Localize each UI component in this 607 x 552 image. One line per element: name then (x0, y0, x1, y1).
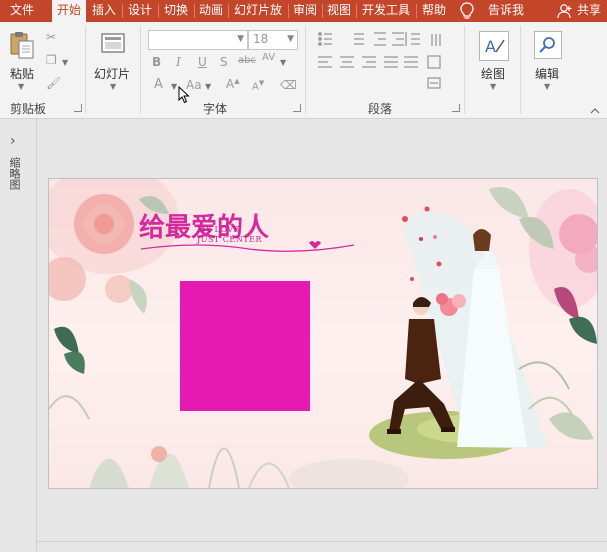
tab-insert[interactable]: 插入 (88, 0, 120, 22)
increase-font-icon[interactable]: A▲ (226, 77, 240, 91)
drawing-label[interactable]: 绘图 (481, 65, 505, 82)
decrease-font-icon[interactable]: A▼ (252, 79, 264, 92)
title-flourish-icon (140, 241, 355, 252)
editing-label[interactable]: 编辑 (535, 65, 559, 82)
copy-icon[interactable]: ❐ (46, 53, 57, 67)
underline-icon[interactable]: U (198, 55, 207, 69)
tab-design[interactable]: 设计 (124, 0, 156, 22)
font-name-select[interactable]: ▼ (148, 30, 248, 50)
paragraph-launcher-icon[interactable] (452, 104, 460, 112)
chevron-right-icon[interactable]: › (10, 133, 16, 149)
menu-separator (228, 4, 229, 18)
shadow-icon[interactable]: S (220, 55, 228, 69)
strikethrough-icon[interactable]: abc (238, 55, 256, 66)
bold-icon[interactable]: B (152, 55, 161, 69)
shapes-icon[interactable]: A (479, 31, 509, 61)
magenta-rectangle-shape[interactable] (180, 281, 310, 411)
divider (36, 541, 607, 542)
menu-separator (322, 4, 323, 18)
font-color-icon[interactable]: A (154, 77, 163, 92)
person-add-icon[interactable] (557, 3, 573, 19)
slide-title-sub-1: MY LOVE (197, 225, 240, 234)
font-color-dropdown-icon[interactable]: ▼ (171, 82, 177, 91)
mouse-cursor-icon (178, 85, 190, 104)
thumbnail-pane: › 缩略图 (0, 119, 37, 552)
tab-view[interactable]: 视图 (324, 0, 354, 22)
group-separator (85, 26, 86, 114)
font-size-select[interactable]: 18 ▼ (248, 30, 298, 50)
clipboard-launcher-icon[interactable] (74, 104, 82, 112)
cut-icon[interactable]: ✂ (46, 30, 56, 44)
collapse-ribbon-icon[interactable] (590, 104, 600, 114)
char-spacing-icon[interactable]: AV (262, 52, 275, 63)
menu-bar: 文件 开始 插入 设计 切换 动画 幻灯片放映 审阅 视图 开发工具 帮助 告诉… (0, 0, 607, 37)
group-separator (520, 26, 521, 114)
tab-developer[interactable]: 开发工具 (358, 0, 414, 22)
group-separator (305, 26, 306, 114)
tab-slideshow[interactable]: 幻灯片放映 (230, 0, 286, 37)
menu-separator (416, 4, 417, 18)
change-case-dropdown-icon[interactable]: ▼ (205, 82, 211, 91)
chevron-down-icon: ▼ (237, 34, 244, 44)
menu-separator (194, 4, 195, 18)
search-icon[interactable] (534, 31, 562, 59)
new-slide-icon[interactable] (100, 32, 126, 56)
menu-separator (158, 4, 159, 18)
italic-icon[interactable]: I (176, 55, 181, 69)
tab-help[interactable]: 帮助 (418, 0, 450, 22)
format-painter-icon[interactable]: 🖌 (46, 76, 61, 90)
clear-formatting-icon[interactable]: ⌫ (280, 78, 297, 92)
paste-label[interactable]: 粘贴 (10, 65, 34, 82)
paragraph-tools-icon[interactable] (316, 30, 466, 100)
tab-transitions[interactable]: 切换 (160, 0, 192, 22)
paragraph-group-label: 段落 (368, 102, 393, 116)
new-slide-label[interactable]: 幻灯片 (94, 65, 130, 82)
font-group-label: 字体 (203, 102, 228, 116)
chevron-down-icon: ▼ (287, 34, 294, 44)
font-launcher-icon[interactable] (293, 104, 301, 112)
group-separator (140, 26, 141, 114)
copy-dropdown-icon[interactable]: ▼ (62, 58, 68, 67)
menu-separator (288, 4, 289, 18)
share-button[interactable]: 共享 (574, 0, 604, 22)
slide-title-art[interactable]: 给最爱的人 MY LOVE JUST CENTER (139, 201, 359, 255)
font-size-value: 18 (253, 32, 269, 46)
clipboard-group-label: 剪贴板 (10, 102, 47, 116)
paste-dropdown-icon[interactable]: ▼ (18, 82, 24, 91)
svg-text:A: A (485, 37, 496, 56)
char-spacing-dropdown-icon[interactable]: ▼ (280, 58, 286, 67)
group-separator (464, 26, 465, 114)
tab-review[interactable]: 审阅 (290, 0, 320, 22)
lightbulb-icon[interactable] (460, 2, 474, 20)
new-slide-dropdown-icon[interactable]: ▼ (110, 82, 116, 91)
tab-animations[interactable]: 动画 (196, 0, 226, 22)
tab-file[interactable]: 文件 (0, 0, 44, 22)
drawing-dropdown-icon[interactable]: ▼ (490, 82, 496, 91)
ribbon: 粘贴 ▼ ✂ ❐ ▼ 🖌 剪贴板 幻灯片 ▼ ▼ 18 ▼ B I U S ab… (0, 22, 607, 119)
tab-home[interactable]: 开始 (52, 0, 86, 22)
tell-me-search[interactable]: 告诉我 (484, 0, 528, 22)
slide-canvas[interactable]: 给最爱的人 MY LOVE JUST CENTER (48, 178, 598, 489)
thumbnail-pane-label[interactable]: 缩略图 (6, 157, 22, 190)
menu-separator (356, 4, 357, 18)
editing-dropdown-icon[interactable]: ▼ (544, 82, 550, 91)
menu-separator (122, 4, 123, 18)
paste-icon[interactable] (9, 30, 35, 60)
